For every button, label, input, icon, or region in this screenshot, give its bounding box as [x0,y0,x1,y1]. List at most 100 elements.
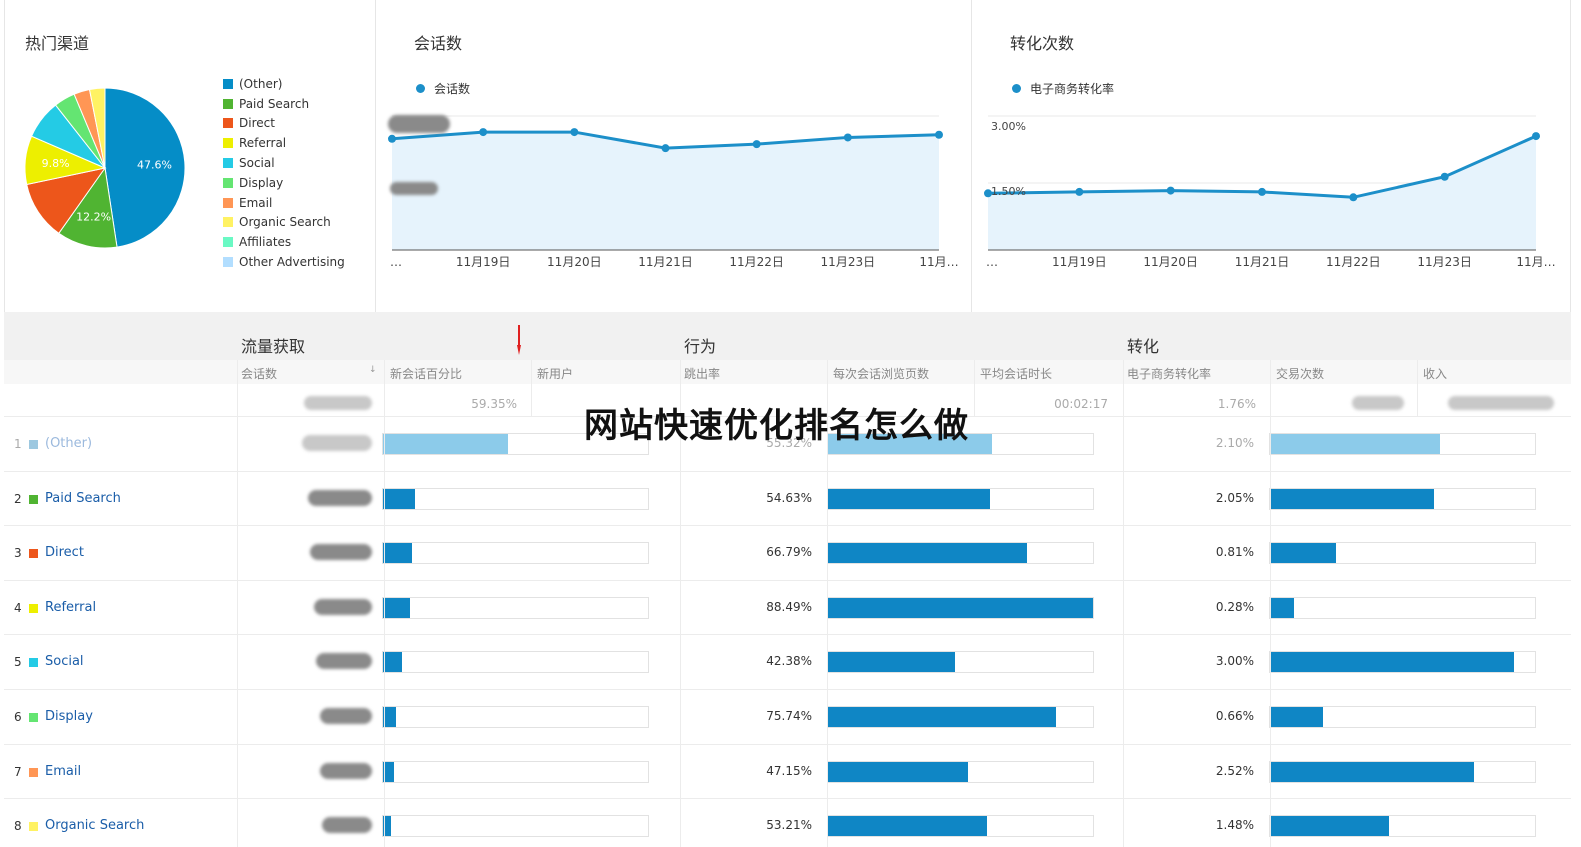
conversion-rate-value: 2.52% [1215,763,1254,778]
bounce-rate-bar-fill [828,488,990,509]
legend-item[interactable]: Direct [223,114,345,134]
data-point[interactable] [843,133,852,142]
legend-item[interactable]: Other Advertising [223,252,345,272]
group-conversion: 转化 [1127,337,1160,356]
row-index: 6 [14,710,22,724]
row-index: 5 [14,655,22,670]
redacted-axis-label [390,182,438,195]
col-new-session-pct[interactable]: 新会话百分比 [390,365,462,382]
row-channel-link[interactable]: Direct [45,545,84,560]
group-acquisition: 流量获取 [241,337,306,356]
legend-swatch [223,78,233,89]
col-pages-per-session[interactable]: 每次会话浏览页数 [833,365,929,382]
col-bounce-rate[interactable]: 跳出率 [684,365,720,382]
new-session-bar-fill [383,597,410,618]
conversion-rate-bar-fill [1270,652,1514,673]
legend-item[interactable]: Paid Search [223,94,345,114]
col-avg-duration[interactable]: 平均会话时长 [980,365,1052,382]
table-row[interactable]: 5 Social 42.38% 3.00% [4,634,1571,689]
legend-label: (Other) [239,76,283,91]
data-point[interactable] [935,130,943,139]
redacted-sessions [320,708,372,724]
table-row[interactable]: 6 Display 75.74% 0.66% [4,689,1571,744]
data-point[interactable] [661,144,670,153]
legend-item[interactable]: (Other) [223,74,345,94]
bounce-rate-bar-fill [828,652,956,673]
legend-item[interactable]: Affiliates [223,232,345,252]
table-row[interactable]: 4 Referral 88.49% 0.28% [4,579,1571,635]
row-channel-link[interactable]: Social [45,654,84,669]
data-point[interactable] [1440,172,1449,181]
bounce-rate-bar [827,706,1094,728]
sessions-panel: 会话数 会话数 … 11月19日 11月20日 11月21日 11月22日 11月23日 1… [375,0,970,312]
bounce-rate-value: 54.63% [766,490,812,505]
bounce-rate-bar-fill [828,543,1027,564]
row-color-swatch [29,440,38,449]
new-session-bar [382,542,649,565]
row-index: 8 [14,819,22,834]
table-row[interactable]: 3 Direct 66.79% 0.81% [4,525,1571,580]
col-transactions[interactable]: 交易次数 [1276,365,1324,382]
legend-swatch [223,158,233,169]
table-row[interactable]: 7 Email 47.15% 2.52% [4,743,1571,799]
conversion-rate-bar-fill [1270,761,1475,782]
col-sessions[interactable]: 会话数 [241,365,277,382]
pie-slice-label: 9.8% [42,157,70,170]
conversion-rate-bar [1269,815,1536,838]
legend-item[interactable]: Referral [223,133,345,153]
legend-item[interactable]: Organic Search [223,213,345,233]
conversion-rate-bar-fill [1270,707,1323,727]
redacted-sessions [302,435,372,451]
sessions-line-chart[interactable]: … 11月19日 11月20日 11月21日 11月22日 11月23日 11月… [376,0,971,312]
redacted-total [1448,396,1554,410]
row-color-swatch [29,494,38,504]
col-conversion-rate[interactable]: 电子商务转化率 [1127,365,1211,382]
table-column-headers: 会话数 ↓ 新会话百分比 新用户 跳出率 每次会话浏览页数 平均会话时长 电子商… [4,360,1571,384]
conversion-rate-bar [1269,596,1536,619]
row-color-swatch [29,549,38,559]
legend-item[interactable]: Social [223,153,345,173]
legend-swatch [223,197,233,208]
legend-item[interactable]: Email [223,193,345,213]
sort-desc-icon[interactable]: ↓ [369,365,377,375]
row-channel-link[interactable]: Email [45,764,81,779]
column-divider [974,360,975,416]
col-new-users[interactable]: 新用户 [537,365,573,382]
data-point[interactable] [1532,132,1540,141]
table-row[interactable]: 2 Paid Search 54.63% 2.05% [4,470,1571,526]
data-point[interactable] [1258,187,1266,196]
redacted-sessions [316,653,372,670]
row-channel-link[interactable]: Referral [45,600,96,615]
top-channels-panel: 热门渠道 47.6% 12.2% 9.8% (Other) Paid Search Di… [4,0,374,312]
row-channel-link[interactable]: Organic Search [45,818,144,833]
legend-swatch [223,177,233,188]
col-revenue[interactable]: 收入 [1423,365,1447,382]
bounce-rate-bar [827,596,1094,619]
data-point[interactable] [1166,186,1175,195]
row-channel-link[interactable]: Paid Search [45,491,121,506]
legend-label: Paid Search [239,96,310,111]
data-point[interactable] [1075,187,1084,196]
table-row[interactable]: 8 Organic Search 53.21% 1.48% [4,798,1571,847]
data-point[interactable] [570,128,579,137]
new-session-bar-fill [383,652,402,673]
row-channel-link[interactable]: Display [45,709,93,724]
total-avg-duration: 00:02:17 [1054,397,1108,411]
data-point[interactable] [1349,193,1358,202]
row-channel-link[interactable]: (Other) [45,436,92,451]
pie-slice-label: 12.2% [76,210,111,223]
bounce-rate-value: 42.38% [766,654,812,669]
legend-swatch [223,98,233,109]
conversions-line-chart[interactable]: … 11月19日 11月20日 11月21日 11月22日 11月23日 11月… 3.00%… [972,0,1572,312]
column-divider [237,360,238,847]
legend-item[interactable]: Display [223,173,345,193]
data-point[interactable] [479,128,488,137]
conversion-rate-bar [1269,760,1536,783]
red-arrow-icon [517,325,521,355]
row-index: 3 [14,546,22,561]
data-point[interactable] [752,140,761,149]
data-point[interactable] [388,134,396,143]
bounce-rate-bar [827,815,1094,838]
bounce-rate-value: 47.15% [766,763,812,778]
new-session-bar [382,760,649,783]
